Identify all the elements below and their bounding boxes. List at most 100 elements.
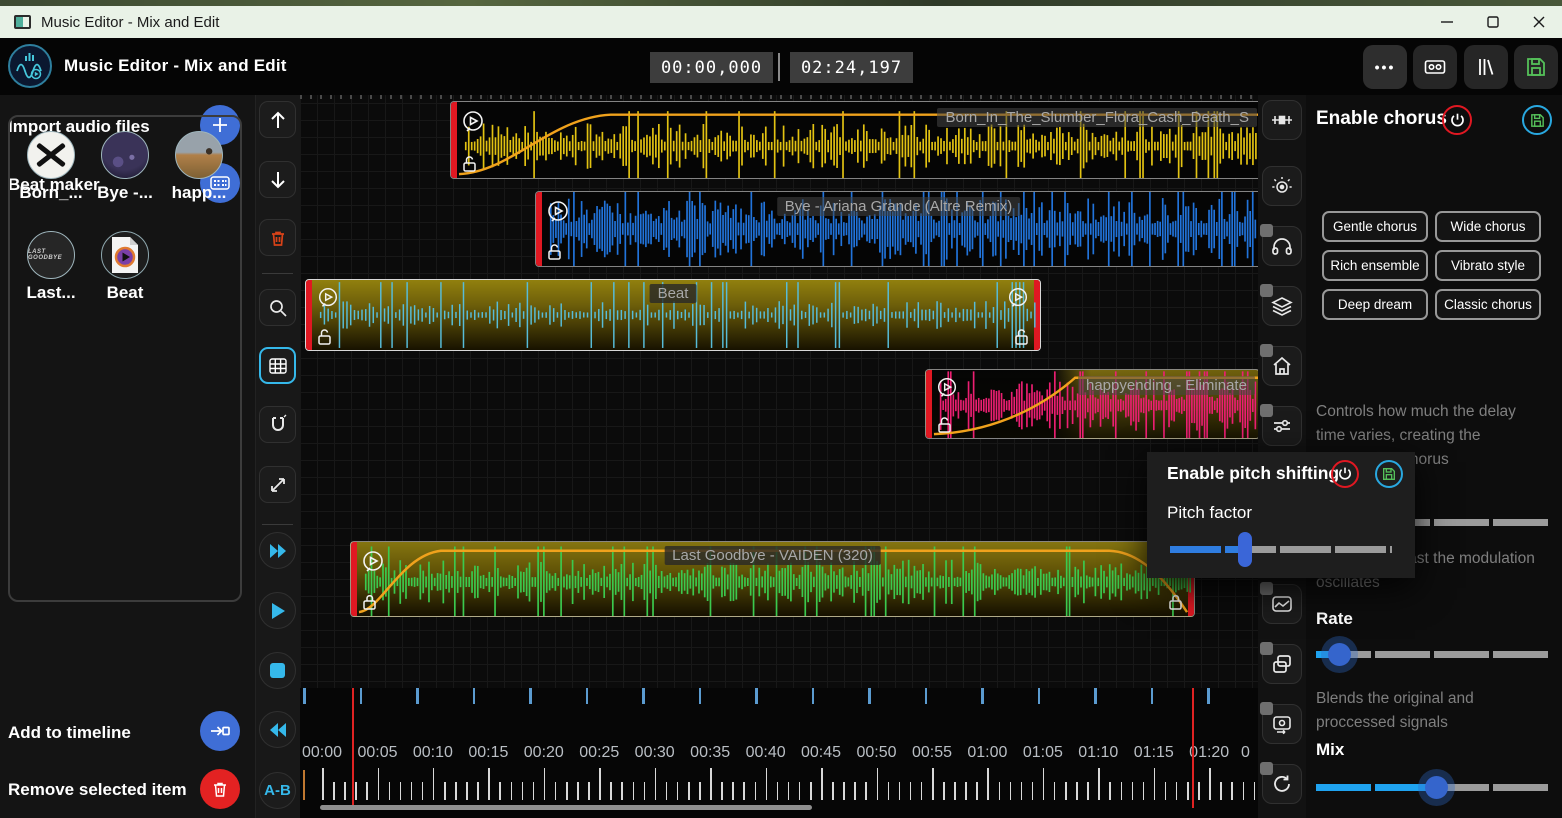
loop-tick: [1151, 688, 1154, 704]
ab-loop-button[interactable]: A-B: [259, 772, 296, 809]
clip-lock-icon-right[interactable]: [1013, 328, 1030, 345]
maximize-button[interactable]: [1470, 6, 1516, 38]
rate-slider-thumb[interactable]: [1321, 636, 1358, 673]
clip-lock-icon-right[interactable]: [1167, 593, 1184, 610]
preset-deep-dream[interactable]: Deep dream: [1322, 289, 1428, 320]
clip-born-in-the-slumber[interactable]: Born_In_The_Slumber_Flora_Cash_Death_S: [450, 101, 1258, 179]
file-item-happyending[interactable]: happ...: [162, 131, 236, 227]
zoom-tool-button[interactable]: [259, 289, 296, 326]
home-effect-button[interactable]: [1262, 346, 1302, 386]
mix-label: Mix: [1316, 740, 1344, 760]
move-down-button[interactable]: [259, 161, 296, 198]
clip-lock-icon[interactable]: [546, 243, 563, 260]
move-up-button[interactable]: [259, 101, 296, 138]
library-icon: [1474, 55, 1498, 79]
clip-play-icon[interactable]: [460, 109, 486, 135]
delete-clip-button[interactable]: [259, 219, 296, 256]
ruler-tick: [1109, 782, 1111, 800]
magnet-tool-button[interactable]: [259, 406, 296, 443]
file-item-last-goodbye[interactable]: LAST GOODBYE Last...: [14, 231, 88, 327]
play-button[interactable]: [259, 592, 296, 629]
headphones-effect-button[interactable]: [1262, 226, 1302, 266]
file-thumbnail: [27, 131, 75, 179]
play-icon: [270, 602, 286, 620]
clip-lock-icon[interactable]: [316, 328, 333, 345]
preset-gentle-chorus[interactable]: Gentle chorus: [1322, 211, 1428, 242]
pitch-factor-slider[interactable]: [1170, 546, 1392, 553]
clip-play-icon-right[interactable]: [1006, 286, 1030, 310]
media-rotate-effect-button[interactable]: [1262, 704, 1302, 744]
expand-tool-button[interactable]: [259, 466, 296, 503]
stop-button[interactable]: [259, 652, 296, 689]
pitch-power-button[interactable]: [1331, 460, 1359, 488]
time-total: 02:24,197: [790, 52, 913, 83]
pitch-factor-thumb[interactable]: [1238, 532, 1252, 567]
remove-selected-button[interactable]: [200, 769, 240, 809]
duplicate-effect-button[interactable]: [1262, 644, 1302, 684]
envelope-effect-button[interactable]: [1262, 584, 1302, 624]
pitch-popup-title: Enable pitch shifting: [1167, 463, 1339, 484]
loop-tick: [473, 688, 476, 704]
file-item-beat[interactable]: Beat: [88, 231, 162, 327]
preset-classic-chorus[interactable]: Classic chorus: [1435, 289, 1541, 320]
add-to-timeline-button[interactable]: [200, 711, 240, 751]
layers-effect-button[interactable]: [1262, 286, 1302, 326]
clip-play-icon[interactable]: [935, 376, 959, 400]
horizontal-scrollbar[interactable]: [320, 805, 812, 810]
rewind-button[interactable]: [259, 711, 296, 748]
clip-play-icon[interactable]: [545, 199, 571, 225]
modulation-tool-button[interactable]: [1262, 166, 1302, 206]
save-icon: [1524, 55, 1548, 79]
refresh-effect-button[interactable]: [1262, 764, 1302, 804]
minimize-button[interactable]: [1424, 6, 1470, 38]
file-item-born[interactable]: Born_...: [14, 131, 88, 227]
ruler-tick: [987, 768, 989, 800]
clip-play-icon[interactable]: [316, 286, 340, 310]
trim-tool-button[interactable]: [1262, 100, 1302, 140]
close-button[interactable]: [1516, 6, 1562, 38]
chorus-power-button[interactable]: [1442, 105, 1472, 135]
save-project-button[interactable]: [1514, 45, 1558, 89]
chorus-save-button[interactable]: [1522, 105, 1552, 135]
clip-lock-icon[interactable]: [936, 416, 953, 433]
clip-play-icon[interactable]: [360, 549, 386, 575]
library-button[interactable]: [1464, 45, 1508, 89]
playhead-marker-b[interactable]: [1192, 688, 1194, 808]
equalizer-effect-button[interactable]: [1262, 406, 1302, 446]
more-button[interactable]: •••: [1363, 45, 1407, 89]
grid-tool-button[interactable]: [259, 347, 296, 384]
mix-slider[interactable]: [1316, 784, 1552, 791]
fast-forward-button[interactable]: [259, 532, 296, 569]
preset-wide-chorus[interactable]: Wide chorus: [1435, 211, 1541, 242]
ruler-tick: [599, 768, 601, 800]
file-thumbnail: [101, 231, 149, 279]
file-item-bye[interactable]: Bye -...: [88, 131, 162, 227]
ruler-time-label: 00:20: [524, 744, 564, 762]
clip-last-goodbye[interactable]: Last Goodbye - VAIDEN (320): [350, 541, 1195, 617]
ruler-tick: [666, 782, 668, 800]
preset-rich-ensemble[interactable]: Rich ensemble: [1322, 250, 1428, 281]
ruler-tick: [954, 782, 956, 800]
move-up-icon: [267, 109, 289, 131]
clip-happyending[interactable]: happyending - Eliminate: [925, 369, 1258, 439]
clip-lock-icon[interactable]: [361, 593, 378, 610]
clip-bye-ariana-grande[interactable]: Bye - Ariana Grande (Altre Remix): [535, 191, 1258, 267]
playhead-marker-a[interactable]: [352, 688, 354, 808]
timeline-area[interactable]: Born_In_The_Slumber_Flora_Cash_Death_S B…: [300, 95, 1258, 818]
preset-vibrato-style[interactable]: Vibrato style: [1435, 250, 1541, 281]
ruler[interactable]: 00:0000:0500:1000:1500:2000:2500:3000:35…: [300, 688, 1258, 818]
clip-title: Beat: [650, 284, 697, 303]
ruler-tick: [888, 782, 890, 800]
clip-beat[interactable]: Beat: [305, 279, 1041, 351]
pitch-save-button[interactable]: [1375, 460, 1403, 488]
ruler-tick: [1121, 782, 1123, 800]
clip-lock-icon[interactable]: [461, 155, 478, 172]
effect-badge: [1260, 344, 1273, 357]
ruler-tick: [577, 782, 579, 800]
mix-slider-thumb[interactable]: [1418, 769, 1455, 806]
recorder-button[interactable]: [1413, 45, 1457, 89]
rate-slider[interactable]: [1316, 651, 1552, 658]
file-name: Bye -...: [97, 183, 153, 203]
ruler-time-label: 00:15: [468, 744, 508, 762]
ruler-tick: [1132, 782, 1134, 800]
